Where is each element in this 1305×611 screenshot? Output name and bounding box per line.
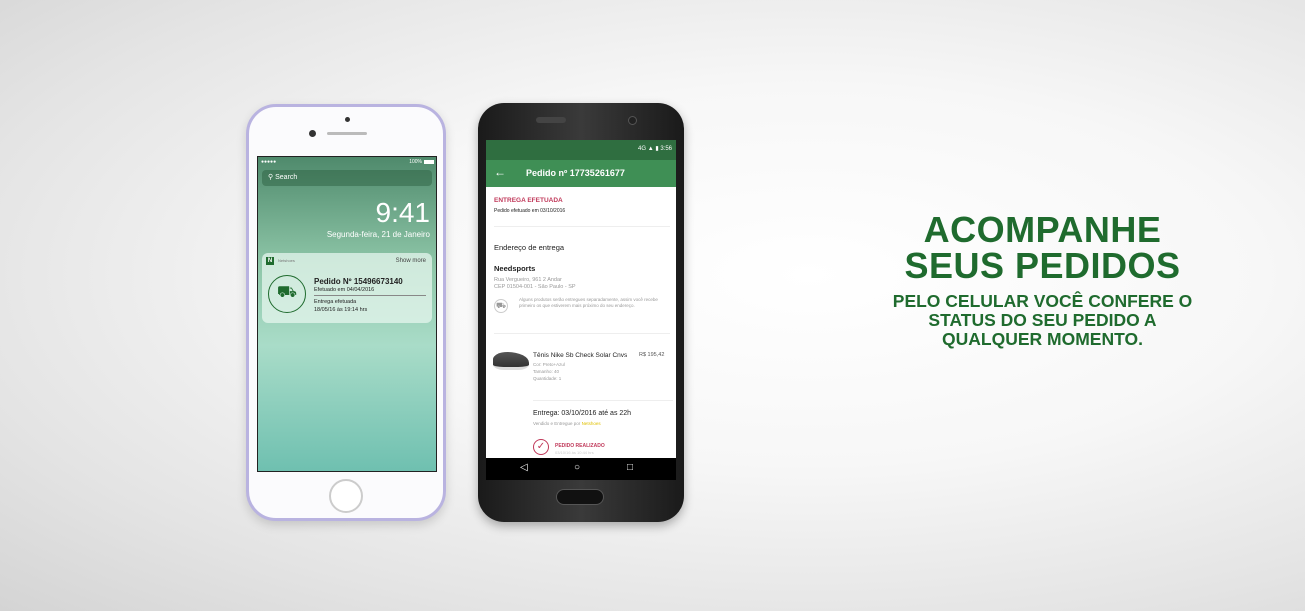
product-size: Tamanho: 40 [533,369,560,374]
timeline-step-date: 03/10/16 às 10:44 hrs [555,450,594,455]
iphone-mockup: ●●●●● 100% ⚲ Search 9:41 Segunda-feira, … [246,104,446,521]
app-bar: ← Pedido nº 17735261677 [486,160,676,187]
delivery-notice: Alguns produtos serão entregues separada… [519,297,658,308]
notification-card[interactable]: N Netshoes Show more ⛟ Pedido Nº 1549667… [262,253,432,323]
seller-name: Netshoes [581,421,601,426]
address-line1: Rua Vergueiro, 961 2 Andar [494,277,562,283]
iphone-earpiece [327,132,367,135]
seller-prefix: Vendido e Entregue por [533,421,581,426]
notif-time: 18/05/16 às 19:14 hrs [314,307,368,313]
android-nav-bar: ◁ ○ □ [486,458,676,480]
subheadline-line2: STATUS DO SEU PEDIDO A [928,310,1157,330]
timeline-step: PEDIDO REALIZADO [555,443,605,449]
notif-status: Entrega efetuada [314,299,357,305]
address-name: Needsports [494,264,536,273]
nav-recents-icon[interactable]: □ [627,462,633,473]
headline-line2: SEUS PEDIDOS [904,245,1181,286]
lock-time: 9:41 [375,197,431,228]
subheadline-line1: PELO CELULAR VOCÊ CONFERE O [892,291,1193,311]
netshoes-logo-icon: N [266,257,274,265]
android-mockup: 4G ▲ ▮ 3:56 ← Pedido nº 17735261677 ENTR… [478,103,684,522]
check-icon: ✓ [533,439,549,455]
delivery-status: ENTREGA EFETUADA [494,197,563,204]
android-status-bar: 4G ▲ ▮ 3:56 [486,140,676,160]
status-time: 3:56 [660,146,672,152]
android-sensors [536,117,566,123]
notif-title: Pedido Nº 15496673140 [314,277,403,286]
address-heading: Endereço de entrega [494,243,565,252]
truck-icon: ⛟ [268,275,306,313]
battery-icon [424,160,434,164]
battery-label: 100% [409,159,422,165]
divider [314,295,426,296]
lock-date: Segunda-feira, 21 de Janeiro [326,230,430,239]
signal-icon: ●●●●● [261,159,277,165]
product-name[interactable]: Tênis Nike Sb Check Solar Cnvs [533,352,627,359]
promo-text: ACOMPANHE SEUS PEDIDOS PELO CELULAR VOCÊ… [880,212,1205,349]
product-image[interactable] [493,352,529,370]
product-color: Cor: Preto+Azul [533,362,565,367]
divider [533,400,673,401]
headline-line1: ACOMPANHE [923,209,1162,250]
truck-icon: ⛟ [494,299,508,313]
back-arrow-icon[interactable]: ← [494,165,506,179]
iphone-home-button[interactable] [329,479,363,513]
delivery-estimate: Entrega: 03/10/2016 até as 22h [533,410,632,417]
nav-home-icon[interactable]: ○ [574,462,580,473]
network-label: 4G [638,146,647,152]
search-placeholder: Search [275,174,298,181]
subheadline-line3: QUALQUER MOMENTO. [942,329,1143,349]
iphone-camera [309,130,316,137]
notif-app-name: Netshoes [278,258,295,263]
divider [494,333,670,334]
divider [494,226,670,227]
nav-back-icon[interactable]: ◁ [520,462,528,473]
product-quantity: Quantidade: 1 [533,376,562,381]
product-price: R$ 195,42 [639,352,665,358]
android-screen: 4G ▲ ▮ 3:56 ← Pedido nº 17735261677 ENTR… [486,140,676,480]
notif-subtitle: Efetuado em 04/04/2016 [314,287,375,293]
show-more-button[interactable]: Show more [396,258,426,264]
search-bar[interactable]: ⚲ Search [262,170,432,186]
iphone-speaker [345,117,350,122]
android-home-button[interactable] [556,489,604,505]
order-title: Pedido nº 17735261677 [526,168,625,178]
order-date: Pedido efetuado em 03/10/2016 [494,208,566,214]
android-camera [628,116,637,125]
iphone-lock-screen: ●●●●● 100% ⚲ Search 9:41 Segunda-feira, … [257,156,437,472]
address-line2: CEP 01504-001 - São Paulo - SP [494,284,576,290]
